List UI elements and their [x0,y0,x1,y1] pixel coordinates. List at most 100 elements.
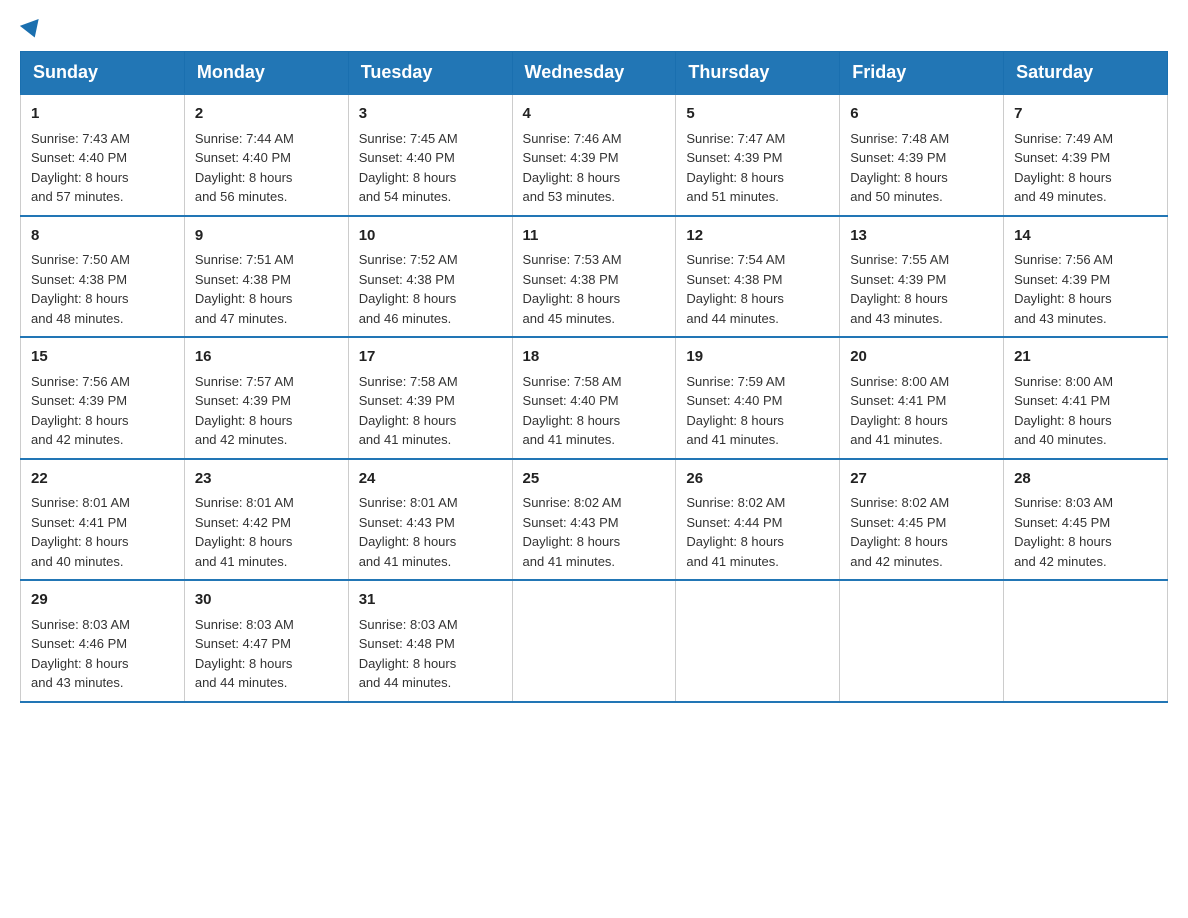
calendar-cell: 30 Sunrise: 8:03 AMSunset: 4:47 PMDayligh… [184,580,348,702]
calendar-cell: 8Sunrise: 7:50 AMSunset: 4:38 PMDaylight… [21,216,185,338]
day-info: Sunrise: 7:58 AMSunset: 4:40 PMDaylight:… [523,372,666,450]
weekday-header-monday: Monday [184,52,348,95]
day-info: Sunrise: 7:55 AMSunset: 4:39 PMDaylight:… [850,250,993,328]
calendar-cell: 17Sunrise: 7:58 AMSunset: 4:39 PMDayligh… [348,337,512,459]
day-info: Sunrise: 8:01 AMSunset: 4:43 PMDaylight:… [359,493,502,571]
day-number: 9 [195,225,338,248]
calendar-cell: 9Sunrise: 7:51 AMSunset: 4:38 PMDaylight… [184,216,348,338]
day-number: 13 [850,225,993,248]
day-number: 22 [31,468,174,491]
day-info: Sunrise: 7:44 AMSunset: 4:40 PMDaylight:… [195,129,338,207]
calendar-cell: 5 Sunrise: 7:47 AMSunset: 4:39 PMDaylight… [676,94,840,216]
weekday-header-sunday: Sunday [21,52,185,95]
day-number: 27 [850,468,993,491]
day-info: Sunrise: 7:52 AMSunset: 4:38 PMDaylight:… [359,250,502,328]
calendar-week-row: 29 Sunrise: 8:03 AMSunset: 4:46 PMDayligh… [21,580,1168,702]
calendar-cell: 16 Sunrise: 7:57 AMSunset: 4:39 PMDayligh… [184,337,348,459]
day-info: Sunrise: 7:59 AMSunset: 4:40 PMDaylight:… [686,372,829,450]
day-number: 8 [31,225,174,248]
calendar-cell: 14Sunrise: 7:56 AMSunset: 4:39 PMDayligh… [1004,216,1168,338]
day-number: 25 [523,468,666,491]
calendar-cell: 4Sunrise: 7:46 AMSunset: 4:39 PMDaylight… [512,94,676,216]
day-number: 20 [850,346,993,369]
day-info: Sunrise: 8:02 AMSunset: 4:44 PMDaylight:… [686,493,829,571]
day-number: 15 [31,346,174,369]
day-number: 11 [523,225,666,248]
logo [20,20,42,31]
calendar-cell: 11Sunrise: 7:53 AMSunset: 4:38 PMDayligh… [512,216,676,338]
day-number: 6 [850,103,993,126]
calendar-cell: 26Sunrise: 8:02 AMSunset: 4:44 PMDayligh… [676,459,840,581]
day-info: Sunrise: 7:53 AMSunset: 4:38 PMDaylight:… [523,250,666,328]
calendar-cell: 31Sunrise: 8:03 AMSunset: 4:48 PMDayligh… [348,580,512,702]
day-info: Sunrise: 8:01 AMSunset: 4:41 PMDaylight:… [31,493,174,571]
calendar-cell: 23Sunrise: 8:01 AMSunset: 4:42 PMDayligh… [184,459,348,581]
calendar-cell: 13Sunrise: 7:55 AMSunset: 4:39 PMDayligh… [840,216,1004,338]
calendar-header: SundayMondayTuesdayWednesdayThursdayFrid… [21,52,1168,95]
calendar-cell: 27Sunrise: 8:02 AMSunset: 4:45 PMDayligh… [840,459,1004,581]
calendar-cell [1004,580,1168,702]
weekday-header-wednesday: Wednesday [512,52,676,95]
day-info: Sunrise: 8:02 AMSunset: 4:45 PMDaylight:… [850,493,993,571]
day-number: 10 [359,225,502,248]
day-info: Sunrise: 8:03 AMSunset: 4:46 PMDaylight:… [31,615,174,693]
calendar-cell: 18 Sunrise: 7:58 AMSunset: 4:40 PMDayligh… [512,337,676,459]
weekday-header-saturday: Saturday [1004,52,1168,95]
calendar-cell: 19 Sunrise: 7:59 AMSunset: 4:40 PMDayligh… [676,337,840,459]
weekday-header-friday: Friday [840,52,1004,95]
day-number: 21 [1014,346,1157,369]
day-info: Sunrise: 8:02 AMSunset: 4:43 PMDaylight:… [523,493,666,571]
day-info: Sunrise: 7:54 AMSunset: 4:38 PMDaylight:… [686,250,829,328]
day-info: Sunrise: 7:57 AMSunset: 4:39 PMDaylight:… [195,372,338,450]
day-number: 29 [31,589,174,612]
day-info: Sunrise: 8:03 AMSunset: 4:45 PMDaylight:… [1014,493,1157,571]
page-header [20,20,1168,31]
day-info: Sunrise: 7:56 AMSunset: 4:39 PMDaylight:… [31,372,174,450]
calendar-cell: 3 Sunrise: 7:45 AMSunset: 4:40 PMDaylight… [348,94,512,216]
day-info: Sunrise: 8:03 AMSunset: 4:47 PMDaylight:… [195,615,338,693]
day-number: 23 [195,468,338,491]
calendar-cell: 22Sunrise: 8:01 AMSunset: 4:41 PMDayligh… [21,459,185,581]
day-number: 4 [523,103,666,126]
day-number: 5 [686,103,829,126]
calendar-table: SundayMondayTuesdayWednesdayThursdayFrid… [20,51,1168,703]
calendar-week-row: 1 Sunrise: 7:43 AMSunset: 4:40 PMDaylight… [21,94,1168,216]
day-number: 12 [686,225,829,248]
day-number: 3 [359,103,502,126]
calendar-cell: 25Sunrise: 8:02 AMSunset: 4:43 PMDayligh… [512,459,676,581]
calendar-cell: 20 Sunrise: 8:00 AMSunset: 4:41 PMDayligh… [840,337,1004,459]
calendar-cell [840,580,1004,702]
day-info: Sunrise: 8:00 AMSunset: 4:41 PMDaylight:… [1014,372,1157,450]
calendar-cell: 10Sunrise: 7:52 AMSunset: 4:38 PMDayligh… [348,216,512,338]
calendar-cell: 15 Sunrise: 7:56 AMSunset: 4:39 PMDayligh… [21,337,185,459]
weekday-header-thursday: Thursday [676,52,840,95]
day-number: 24 [359,468,502,491]
day-number: 1 [31,103,174,126]
day-info: Sunrise: 7:47 AMSunset: 4:39 PMDaylight:… [686,129,829,207]
calendar-cell: 12Sunrise: 7:54 AMSunset: 4:38 PMDayligh… [676,216,840,338]
day-info: Sunrise: 7:51 AMSunset: 4:38 PMDaylight:… [195,250,338,328]
day-number: 16 [195,346,338,369]
calendar-week-row: 8Sunrise: 7:50 AMSunset: 4:38 PMDaylight… [21,216,1168,338]
day-info: Sunrise: 7:56 AMSunset: 4:39 PMDaylight:… [1014,250,1157,328]
day-info: Sunrise: 8:00 AMSunset: 4:41 PMDaylight:… [850,372,993,450]
weekday-header-row: SundayMondayTuesdayWednesdayThursdayFrid… [21,52,1168,95]
day-number: 18 [523,346,666,369]
logo-triangle-icon [20,19,44,41]
calendar-cell: 6 Sunrise: 7:48 AMSunset: 4:39 PMDaylight… [840,94,1004,216]
calendar-cell [512,580,676,702]
day-info: Sunrise: 7:50 AMSunset: 4:38 PMDaylight:… [31,250,174,328]
calendar-cell: 29 Sunrise: 8:03 AMSunset: 4:46 PMDayligh… [21,580,185,702]
calendar-week-row: 15 Sunrise: 7:56 AMSunset: 4:39 PMDayligh… [21,337,1168,459]
day-info: Sunrise: 7:48 AMSunset: 4:39 PMDaylight:… [850,129,993,207]
day-info: Sunrise: 7:43 AMSunset: 4:40 PMDaylight:… [31,129,174,207]
calendar-cell: 1 Sunrise: 7:43 AMSunset: 4:40 PMDaylight… [21,94,185,216]
day-number: 30 [195,589,338,612]
day-info: Sunrise: 8:03 AMSunset: 4:48 PMDaylight:… [359,615,502,693]
calendar-cell: 21 Sunrise: 8:00 AMSunset: 4:41 PMDayligh… [1004,337,1168,459]
day-number: 2 [195,103,338,126]
day-info: Sunrise: 7:45 AMSunset: 4:40 PMDaylight:… [359,129,502,207]
day-info: Sunrise: 8:01 AMSunset: 4:42 PMDaylight:… [195,493,338,571]
day-number: 19 [686,346,829,369]
calendar-cell [676,580,840,702]
